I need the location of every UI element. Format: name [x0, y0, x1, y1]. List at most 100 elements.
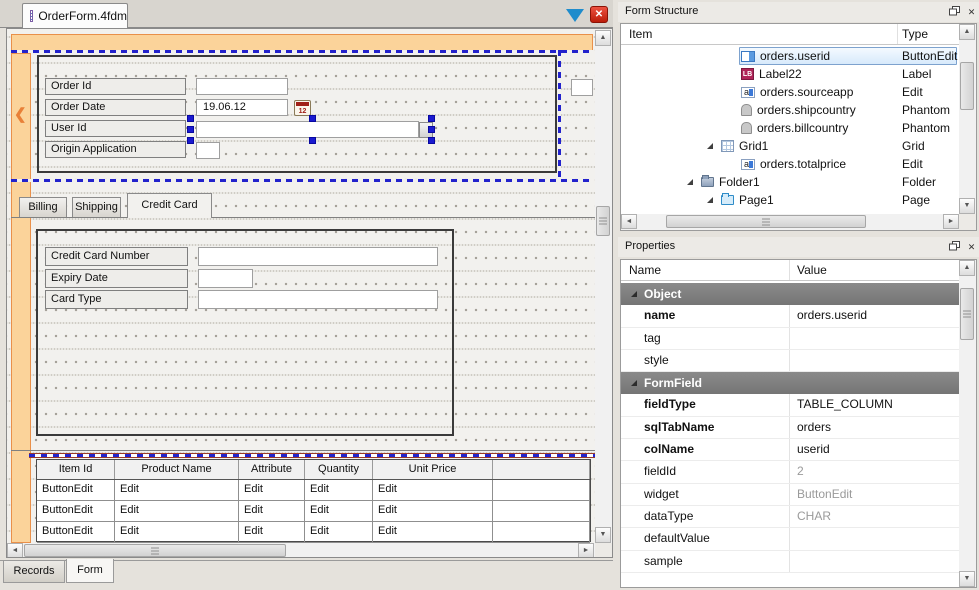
tree-expander-icon[interactable] [707, 141, 721, 151]
origin-application-field[interactable] [196, 142, 220, 159]
tree-column-item[interactable]: Item [621, 24, 898, 44]
card-type-field[interactable] [198, 290, 438, 309]
float-panel-icon[interactable] [948, 6, 961, 19]
property-row-colname[interactable]: colName userid [621, 439, 959, 461]
table-cell[interactable]: Edit [305, 480, 373, 501]
property-row-style[interactable]: style [621, 350, 959, 372]
table-cell[interactable]: Edit [373, 480, 493, 501]
table-cell[interactable]: Edit [373, 522, 493, 543]
partial-field[interactable] [571, 79, 593, 96]
card-type-label[interactable]: Card Type [45, 290, 188, 309]
table-cell[interactable]: ButtonEdit [37, 522, 115, 543]
selection-handle[interactable] [187, 126, 194, 133]
tree-item-folder1[interactable]: Folder1 Folder [621, 173, 976, 191]
table-cell[interactable]: Edit [239, 480, 305, 501]
scroll-up-button[interactable]: ▲ [959, 260, 975, 276]
table-cell[interactable]: ButtonEdit [37, 480, 115, 501]
tree-column-type[interactable]: Type [898, 24, 928, 44]
tree-item-orders-totalprice[interactable]: a orders.totalprice Edit [621, 155, 976, 173]
items-table[interactable]: Item Id Product Name Attribute Quantity … [36, 459, 591, 542]
tree-item-orders-userid[interactable]: orders.userid ButtonEdit [621, 47, 976, 65]
scrollbar-thumb[interactable] [960, 62, 974, 110]
property-row-fieldtype[interactable]: fieldType TABLE_COLUMN [621, 394, 959, 416]
close-panel-icon[interactable]: ✕ [965, 241, 978, 254]
canvas-vertical-scrollbar[interactable]: ▲ ▼ [595, 30, 612, 543]
tree-item-label22[interactable]: LB Label22 Label [621, 65, 976, 83]
form-design-canvas[interactable]: ❮ Order Id Order Date User Id Origin App… [6, 28, 613, 558]
selection-handle[interactable] [428, 126, 435, 133]
tree-item-orders-shipcountry[interactable]: orders.shipcountry Phantom [621, 101, 976, 119]
collapse-margin-icon[interactable]: ❮ [14, 105, 27, 123]
column-header[interactable]: Item Id [37, 460, 115, 479]
user-id-buttonedit-field[interactable] [196, 121, 419, 138]
table-cell[interactable]: Edit [239, 522, 305, 543]
credit-card-number-label[interactable]: Credit Card Number [45, 247, 188, 266]
scroll-up-button[interactable]: ▲ [959, 24, 975, 40]
tree-item-orders-billcountry[interactable]: orders.billcountry Phantom [621, 119, 976, 137]
scroll-up-button[interactable]: ▲ [595, 30, 611, 46]
properties-vertical-scrollbar[interactable]: ▲ ▼ [959, 260, 976, 587]
order-date-field[interactable]: 19.06.12 [196, 99, 288, 116]
properties-column-name[interactable]: Name [621, 260, 790, 280]
order-id-label[interactable]: Order Id [45, 78, 186, 95]
tab-form[interactable]: Form [66, 559, 114, 583]
tree-item-grid1[interactable]: Grid1 Grid [621, 137, 976, 155]
order-id-field[interactable] [196, 78, 288, 95]
tree-vertical-scrollbar[interactable]: ▲ ▼ [959, 24, 976, 214]
property-row-fieldid[interactable]: fieldId 2 [621, 461, 959, 483]
origin-application-label[interactable]: Origin Application [45, 141, 186, 158]
scrollbar-thumb[interactable] [960, 288, 974, 340]
scroll-right-button[interactable]: ► [943, 214, 959, 229]
scroll-left-button[interactable]: ◄ [7, 543, 23, 558]
tab-shipping[interactable]: Shipping [72, 197, 121, 217]
property-row-widget[interactable]: widget ButtonEdit [621, 484, 959, 506]
expiry-date-field[interactable] [198, 269, 253, 288]
selection-handle[interactable] [428, 137, 435, 144]
selection-handle[interactable] [187, 137, 194, 144]
scroll-down-button[interactable]: ▼ [595, 527, 611, 543]
property-row-sqltabname[interactable]: sqlTabName orders [621, 417, 959, 439]
section-object[interactable]: Object [621, 283, 959, 305]
credit-card-number-field[interactable] [198, 247, 438, 266]
tab-billing[interactable]: Billing [19, 197, 67, 217]
column-header[interactable]: Product Name [115, 460, 239, 479]
selection-handle[interactable] [309, 137, 316, 144]
validate-triangle-icon[interactable] [566, 9, 584, 22]
table-cell[interactable]: Edit [305, 522, 373, 543]
tree-item-page1[interactable]: Page1 Page [621, 191, 976, 209]
property-row-defaultvalue[interactable]: defaultValue [621, 528, 959, 550]
scroll-left-button[interactable]: ◄ [621, 214, 637, 229]
form-top-margin-strip[interactable] [11, 34, 593, 51]
property-row-sample[interactable]: sample [621, 551, 959, 573]
scroll-right-button[interactable]: ► [578, 543, 594, 558]
user-id-label[interactable]: User Id [45, 120, 186, 137]
tree-expander-icon[interactable] [687, 177, 701, 187]
scroll-down-button[interactable]: ▼ [959, 198, 975, 214]
tree-item-orders-sourceapp[interactable]: a orders.sourceapp Edit [621, 83, 976, 101]
property-row-tag[interactable]: tag [621, 328, 959, 350]
property-row-datatype[interactable]: dataType CHAR [621, 506, 959, 528]
properties-column-value[interactable]: Value [790, 260, 827, 280]
document-tab[interactable]: OrderForm.4fdm [22, 3, 128, 28]
float-panel-icon[interactable] [948, 241, 961, 254]
expiry-date-label[interactable]: Expiry Date [45, 269, 188, 288]
selection-handle[interactable] [309, 115, 316, 122]
scrollbar-thumb[interactable] [24, 544, 286, 557]
scroll-down-button[interactable]: ▼ [959, 571, 975, 587]
form-left-margin-strip[interactable] [11, 53, 31, 543]
table-cell[interactable]: Edit [115, 480, 239, 501]
table-cell[interactable]: Edit [373, 501, 493, 522]
close-document-button[interactable]: ✕ [590, 6, 608, 23]
scrollbar-thumb[interactable] [666, 215, 866, 228]
table-cell[interactable]: ButtonEdit [37, 501, 115, 522]
tab-credit-card[interactable]: Credit Card [127, 193, 212, 218]
close-panel-icon[interactable]: ✕ [965, 6, 978, 19]
selection-handle[interactable] [187, 115, 194, 122]
table-cell[interactable]: Edit [115, 522, 239, 543]
tree-expander-icon[interactable] [707, 195, 721, 205]
table-cell[interactable]: Edit [305, 501, 373, 522]
section-formfield[interactable]: FormField [621, 372, 959, 394]
canvas-horizontal-scrollbar[interactable]: ◄ ► [7, 543, 595, 558]
tree-horizontal-scrollbar[interactable]: ◄ ► [621, 214, 959, 230]
tab-records[interactable]: Records [3, 561, 65, 583]
